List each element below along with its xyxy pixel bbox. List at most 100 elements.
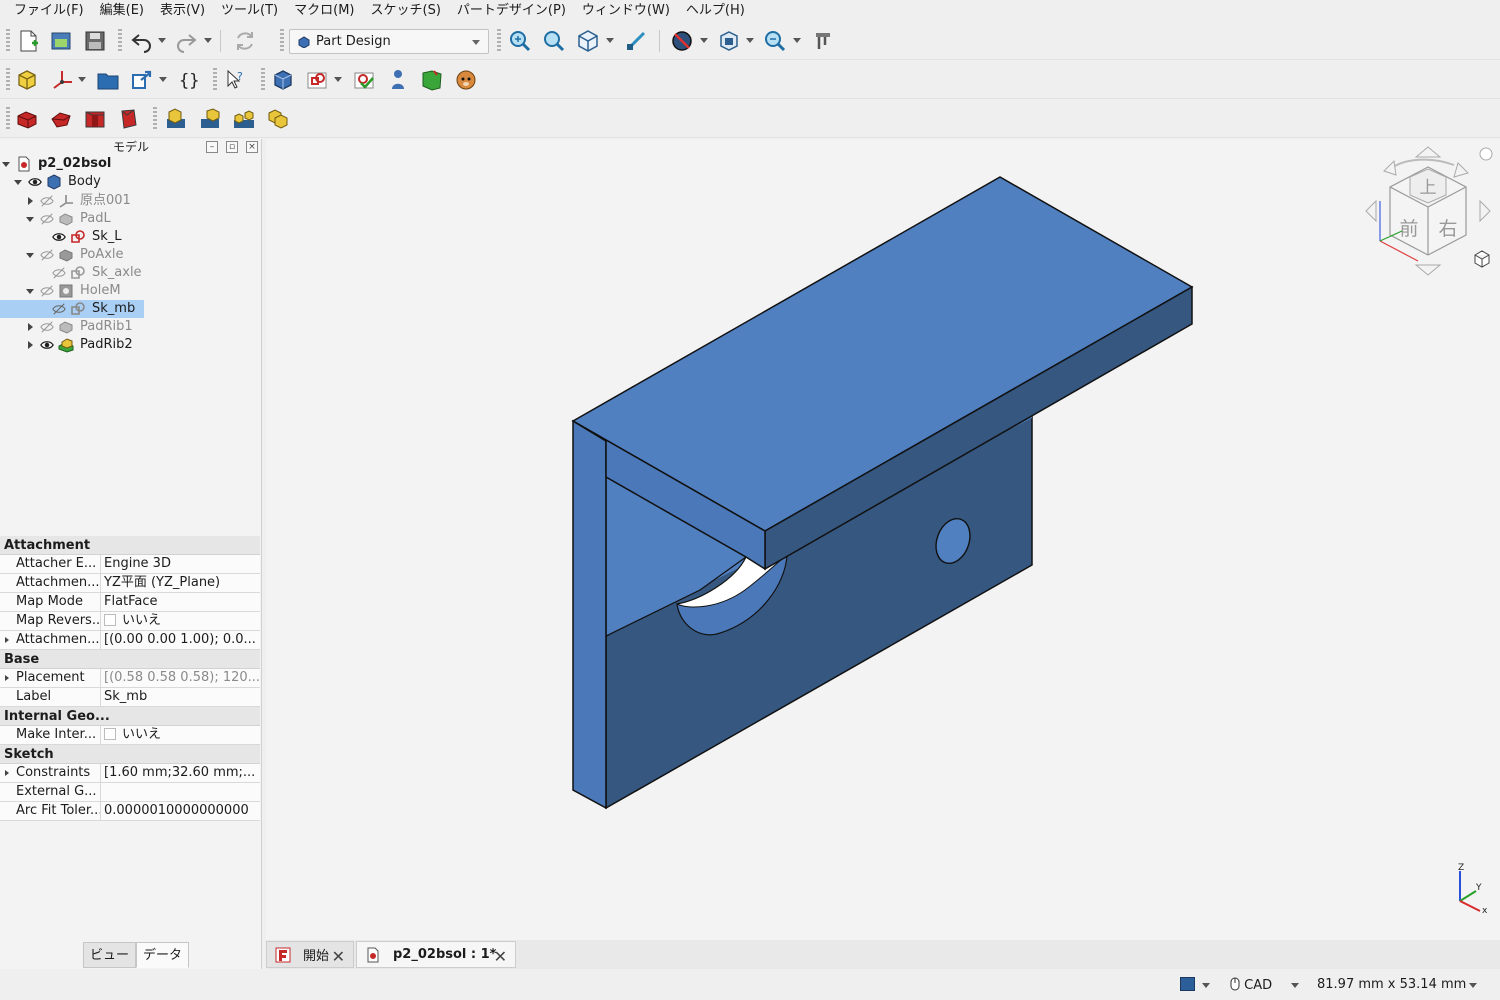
- create-sketch-button[interactable]: [303, 66, 331, 94]
- nav-style-selector[interactable]: CAD: [1230, 977, 1272, 993]
- eye-hidden-icon[interactable]: [40, 194, 54, 208]
- toolbar-handle[interactable]: [6, 29, 10, 53]
- prop-row-attacher-engine[interactable]: Attacher E... Engine 3D: [0, 555, 260, 574]
- eye-hidden-icon[interactable]: [40, 284, 54, 298]
- save-button[interactable]: [81, 27, 109, 55]
- prop-group-sketch[interactable]: Sketch: [0, 745, 260, 764]
- menu-item-6[interactable]: パートデザイン(P): [449, 0, 574, 22]
- prop-value[interactable]: YZ平面 (YZ_Plane): [101, 574, 260, 592]
- expand-arrow-icon[interactable]: [14, 179, 22, 185]
- toolbar-handle[interactable]: [261, 68, 265, 92]
- collapse-arrow-icon[interactable]: [27, 323, 33, 331]
- measure-button[interactable]: [622, 27, 650, 55]
- validate-sketch-button[interactable]: [350, 66, 378, 94]
- expand-arrow-icon[interactable]: [5, 770, 9, 776]
- eye-icon[interactable]: [28, 175, 42, 189]
- new-document-button[interactable]: [14, 27, 42, 55]
- tab-document[interactable]: p2_02bsol : 1* ✕: [356, 941, 516, 968]
- close-icon[interactable]: ✕: [332, 947, 345, 966]
- menu-item-5[interactable]: スケッチ(S): [363, 0, 449, 22]
- tree-item-holem[interactable]: HoleM: [24, 282, 125, 300]
- std-views-dropdown-icon[interactable]: [606, 38, 614, 43]
- expand-arrow-icon[interactable]: [26, 252, 34, 258]
- prop-row-label[interactable]: Label Sk_mb: [0, 688, 260, 707]
- bounding-box-dropdown-icon[interactable]: [746, 38, 754, 43]
- checkbox[interactable]: [104, 614, 116, 626]
- panel-collapse-icon[interactable]: –: [206, 141, 218, 153]
- tree-item-origin[interactable]: 原点001: [24, 192, 135, 210]
- nav-face-front[interactable]: 前: [1399, 218, 1418, 240]
- tree-item-padrib2[interactable]: PadRib2: [24, 336, 137, 354]
- tab-view[interactable]: ビュー: [83, 942, 137, 968]
- datum-dropdown-icon[interactable]: [78, 77, 86, 82]
- create-group-button[interactable]: [94, 66, 122, 94]
- chevron-down-icon[interactable]: [1469, 983, 1477, 988]
- collapse-arrow-icon[interactable]: [27, 197, 33, 205]
- variable-set-button[interactable]: {}: [175, 66, 203, 94]
- undo-button[interactable]: [128, 27, 156, 55]
- expand-arrow-icon[interactable]: [26, 288, 34, 294]
- prop-row-arc-fit-tolerance[interactable]: Arc Fit Toler... 0.0000010000000000: [0, 802, 260, 821]
- additive-helix-button[interactable]: [162, 105, 190, 133]
- prop-row-attachment-support[interactable]: Attachmen... YZ平面 (YZ_Plane): [0, 574, 260, 593]
- eye-hidden-icon[interactable]: [52, 266, 66, 280]
- prop-row-attachment-offset[interactable]: Attachmen... [(0.00 0.00 1.00); 0.0...: [0, 631, 260, 650]
- redo-button[interactable]: [172, 27, 200, 55]
- prop-row-map-reversed[interactable]: Map Revers... いいえ: [0, 612, 260, 631]
- refresh-button[interactable]: [231, 27, 259, 55]
- create-body-button[interactable]: [269, 66, 297, 94]
- menu-item-4[interactable]: マクロ(M): [286, 0, 362, 22]
- close-icon[interactable]: ✕: [494, 947, 507, 966]
- prop-value-checkbox[interactable]: いいえ: [101, 726, 260, 744]
- sub-shape-binder-button[interactable]: [418, 66, 446, 94]
- tab-start[interactable]: 開始 ✕: [266, 941, 354, 968]
- toolbar-handle[interactable]: [497, 29, 501, 53]
- prop-value-checkbox[interactable]: いいえ: [101, 612, 260, 630]
- multi-transform-button[interactable]: [230, 105, 258, 133]
- prop-value[interactable]: Engine 3D: [101, 555, 260, 573]
- expand-arrow-icon[interactable]: [2, 161, 10, 167]
- chevron-down-icon[interactable]: [1202, 983, 1210, 988]
- fit-selection-button[interactable]: [540, 27, 568, 55]
- fit-all-button[interactable]: [506, 27, 534, 55]
- menu-item-7[interactable]: ウィンドウ(W): [574, 0, 678, 22]
- toolbar-handle[interactable]: [213, 68, 217, 92]
- prop-value[interactable]: Sk_mb: [101, 688, 260, 706]
- checkbox[interactable]: [104, 728, 116, 740]
- 3d-viewport[interactable]: 上 前 右 Z Y x: [266, 139, 1500, 940]
- zoom-button[interactable]: [761, 27, 789, 55]
- tab-data[interactable]: データ: [136, 942, 190, 968]
- prop-row-external-geometry[interactable]: External G...: [0, 783, 260, 802]
- std-views-button[interactable]: [574, 27, 602, 55]
- draw-style-button[interactable]: [668, 27, 696, 55]
- redo-dropdown-icon[interactable]: [204, 38, 212, 43]
- sketch-dropdown-icon[interactable]: [334, 77, 342, 82]
- workbench-select[interactable]: Part Design: [289, 29, 489, 54]
- expand-arrow-icon[interactable]: [26, 216, 34, 222]
- prop-value[interactable]: [1.60 mm;32.60 mm;...: [101, 764, 260, 782]
- overlay-color-swatch[interactable]: [1180, 977, 1195, 991]
- toolbar-handle[interactable]: [153, 107, 157, 131]
- create-datum-button[interactable]: [48, 66, 76, 94]
- undo-dropdown-icon[interactable]: [158, 38, 166, 43]
- revolution-button[interactable]: [47, 105, 75, 133]
- tree-item-sk-l[interactable]: Sk_L: [36, 228, 126, 246]
- menu-item-2[interactable]: 表示(V): [152, 0, 213, 22]
- eye-hidden-icon[interactable]: [40, 212, 54, 226]
- panel-close-icon[interactable]: ×: [246, 141, 258, 153]
- draw-style-dropdown-icon[interactable]: [700, 38, 708, 43]
- navigation-cube[interactable]: 上 前 右: [1358, 143, 1498, 283]
- prop-value[interactable]: 0.0000010000000000: [101, 802, 260, 820]
- nav-face-top[interactable]: 上: [1420, 178, 1437, 198]
- prop-value[interactable]: [(0.58 0.58 0.58); 120...: [101, 669, 260, 687]
- measure-distance-button[interactable]: [809, 27, 837, 55]
- additive-pipe-button[interactable]: [115, 105, 143, 133]
- tree-item-poaxle[interactable]: PoAxle: [24, 246, 128, 264]
- prop-row-constraints[interactable]: Constraints [1.60 mm;32.60 mm;...: [0, 764, 260, 783]
- shape-binder-button[interactable]: [384, 66, 412, 94]
- tree-item-sk-axle[interactable]: Sk_axle: [36, 264, 146, 282]
- toolbar-handle[interactable]: [118, 29, 122, 53]
- panel-float-icon[interactable]: ▫: [226, 141, 238, 153]
- prop-value[interactable]: [(0.00 0.00 1.00); 0.0...: [101, 631, 260, 649]
- subtractive-box-button[interactable]: [196, 105, 224, 133]
